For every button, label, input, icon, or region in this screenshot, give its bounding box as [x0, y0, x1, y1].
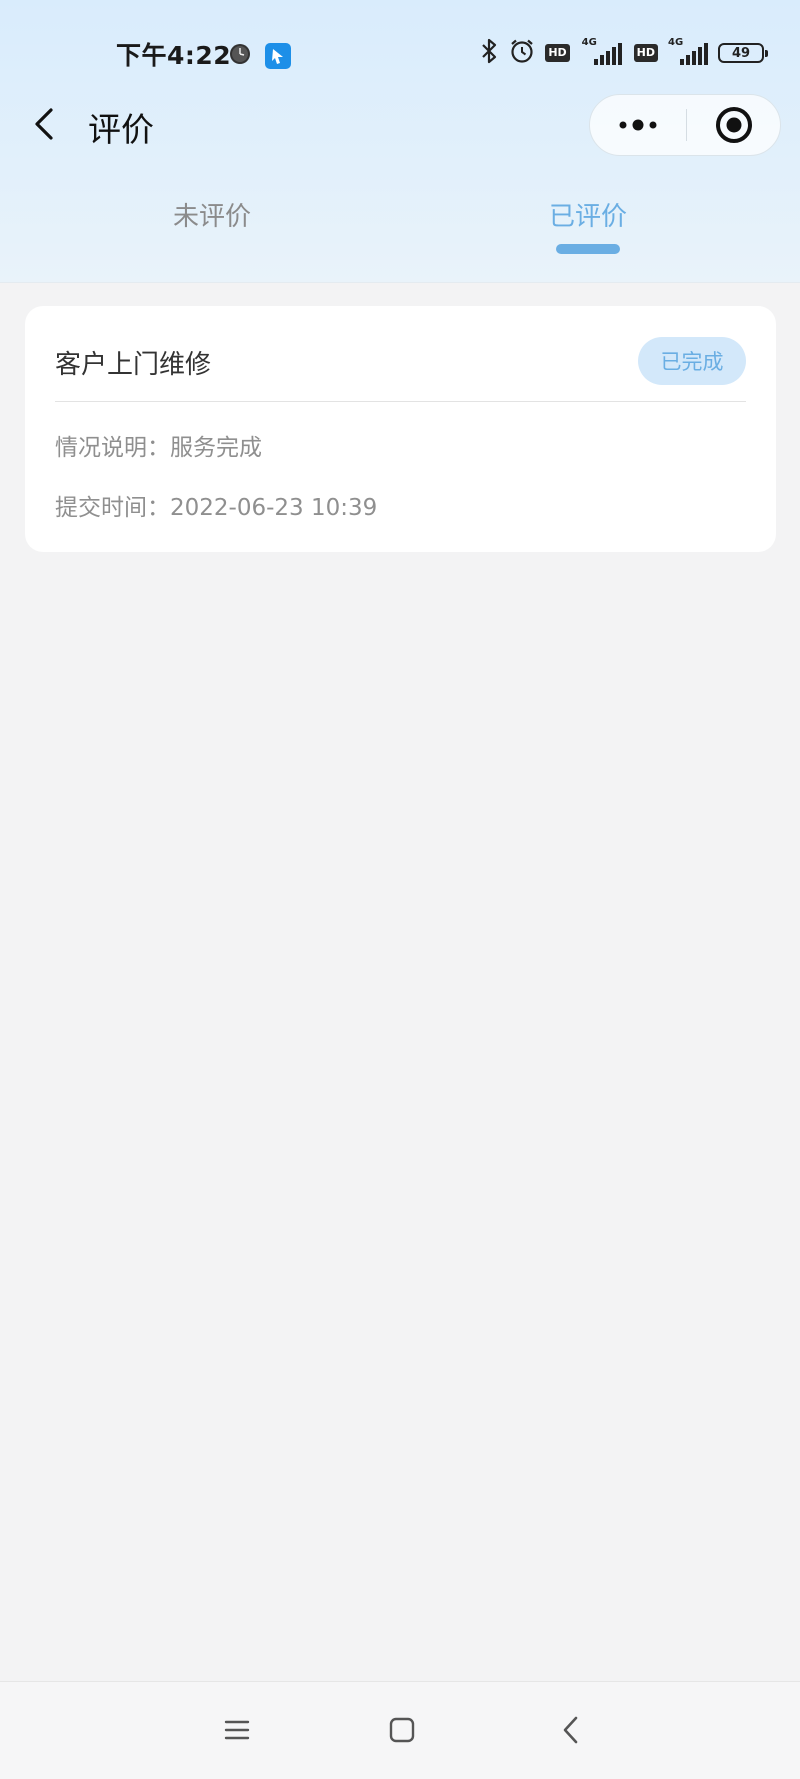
description-value: 服务完成: [170, 435, 262, 461]
signal-icon-1: 4G: [580, 37, 624, 67]
submit-time-value: 2022-06-23 10:39: [170, 495, 378, 521]
tab-unrated[interactable]: 未评价: [132, 196, 292, 233]
back-chevron-icon[interactable]: [551, 1710, 591, 1750]
hd-badge-1: HD: [545, 44, 570, 62]
battery-indicator: 49: [718, 43, 768, 63]
record-title: 客户上门维修: [55, 350, 212, 380]
card-divider: [55, 401, 746, 402]
mini-program-capsule: [589, 94, 781, 156]
status-time: 下午4:22: [116, 41, 232, 70]
alarm-icon: [509, 38, 535, 68]
home-square-icon[interactable]: [382, 1710, 422, 1750]
system-nav-bar: [0, 1681, 800, 1779]
status-icons: HD 4G HD 4G 49: [479, 37, 768, 68]
page-title: 评价: [88, 110, 154, 149]
submit-time-label: 提交时间：: [55, 495, 170, 521]
description-label: 情况说明：: [55, 435, 170, 461]
status-badge: 已完成: [638, 337, 746, 385]
record-submit-time: 提交时间：2022-06-23 10:39: [55, 488, 377, 522]
active-tab-indicator: [556, 244, 620, 254]
target-circle-icon[interactable]: [687, 95, 781, 155]
back-button[interactable]: [28, 102, 64, 146]
hd-badge-2: HD: [633, 44, 658, 62]
record-description: 情况说明：服务完成: [55, 428, 262, 462]
status-bar: 下午4:22 HD 4G HD 4G 49: [0, 0, 800, 104]
tab-rated[interactable]: 已评价: [508, 196, 668, 233]
bluetooth-icon: [479, 38, 499, 68]
signal-icon-2: 4G: [668, 37, 708, 67]
menu-lines-icon[interactable]: [217, 1710, 257, 1750]
record-card[interactable]: 客户上门维修 已完成 情况说明：服务完成 提交时间：2022-06-23 10:…: [25, 306, 776, 552]
more-dots-icon[interactable]: [590, 95, 686, 155]
app-notification-icon: [265, 43, 291, 69]
header-area: 下午4:22 HD 4G HD 4G 49 评价 未评价 已评价: [0, 0, 800, 283]
clock-app-icon: [229, 43, 251, 65]
